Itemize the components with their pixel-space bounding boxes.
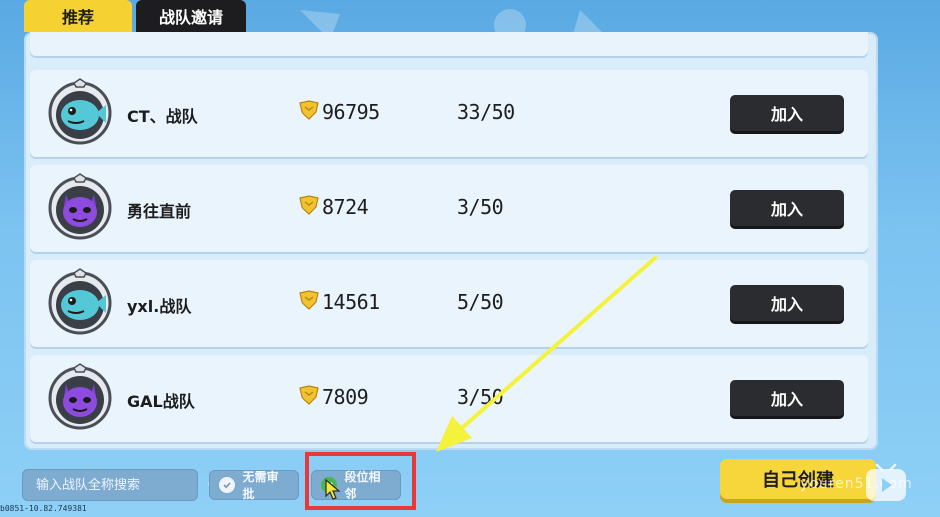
blue-fish-emblem-icon — [44, 267, 116, 339]
score-value: 7809 — [322, 385, 369, 409]
debug-text: b0851-10.82.749381 — [0, 504, 87, 513]
shield-icon — [298, 100, 320, 124]
shield-icon — [298, 290, 320, 314]
team-row: CT、战队 96795 33/50 加入 — [30, 70, 868, 157]
team-row: GAL战队 7809 3/50 加入 — [30, 355, 868, 442]
tab-team-invite[interactable]: 战队邀请 — [136, 0, 246, 32]
team-score: 8724 — [298, 195, 369, 219]
join-button[interactable]: 加入 — [730, 190, 844, 226]
score-value: 96795 — [322, 100, 380, 124]
no-approval-filter-toggle[interactable]: 无需审批 — [209, 470, 299, 501]
team-row: yxl.战队 14561 5/50 加入 — [30, 260, 868, 347]
team-score: 96795 — [298, 100, 380, 124]
team-list: CT、战队 96795 33/50 加入 勇往直前 8724 3/50 加入 yxl.战队 145… — [30, 70, 868, 450]
member-count: 3/50 — [457, 385, 504, 409]
score-value: 8724 — [322, 195, 369, 219]
blue-fish-emblem-icon — [44, 77, 116, 149]
team-list-panel[interactable]: CT、战队 96795 33/50 加入 勇往直前 8724 3/50 加入 yxl.战队 145… — [24, 32, 878, 450]
member-count: 5/50 — [457, 290, 504, 314]
member-count: 33/50 — [457, 100, 515, 124]
team-name: CT、战队 — [127, 107, 198, 126]
join-button[interactable]: 加入 — [730, 285, 844, 321]
team-name: yxl.战队 — [127, 297, 192, 316]
list-item — [30, 32, 868, 56]
join-button[interactable]: 加入 — [730, 380, 844, 416]
highlight-box — [305, 452, 416, 510]
team-score: 14561 — [298, 290, 380, 314]
purple-cat-emblem-icon — [44, 172, 116, 244]
tab-bar: 推荐 战队邀请 — [24, 0, 246, 32]
team-score: 7809 — [298, 385, 369, 409]
member-count: 3/50 — [457, 195, 504, 219]
shield-icon — [298, 385, 320, 409]
tab-recommend[interactable]: 推荐 — [24, 0, 132, 32]
check-icon — [219, 477, 235, 493]
search-box — [22, 469, 222, 501]
no-approval-label: 无需审批 — [242, 470, 279, 501]
search-input[interactable] — [22, 476, 208, 494]
join-button[interactable]: 加入 — [730, 95, 844, 131]
purple-cat-emblem-icon — [44, 362, 116, 434]
shield-icon — [298, 195, 320, 219]
team-row: 勇往直前 8724 3/50 加入 — [30, 165, 868, 252]
video-logo-icon — [866, 463, 906, 501]
team-name: GAL战队 — [127, 392, 195, 411]
cursor-icon — [325, 478, 341, 500]
score-value: 14561 — [322, 290, 380, 314]
team-name: 勇往直前 — [127, 202, 192, 221]
